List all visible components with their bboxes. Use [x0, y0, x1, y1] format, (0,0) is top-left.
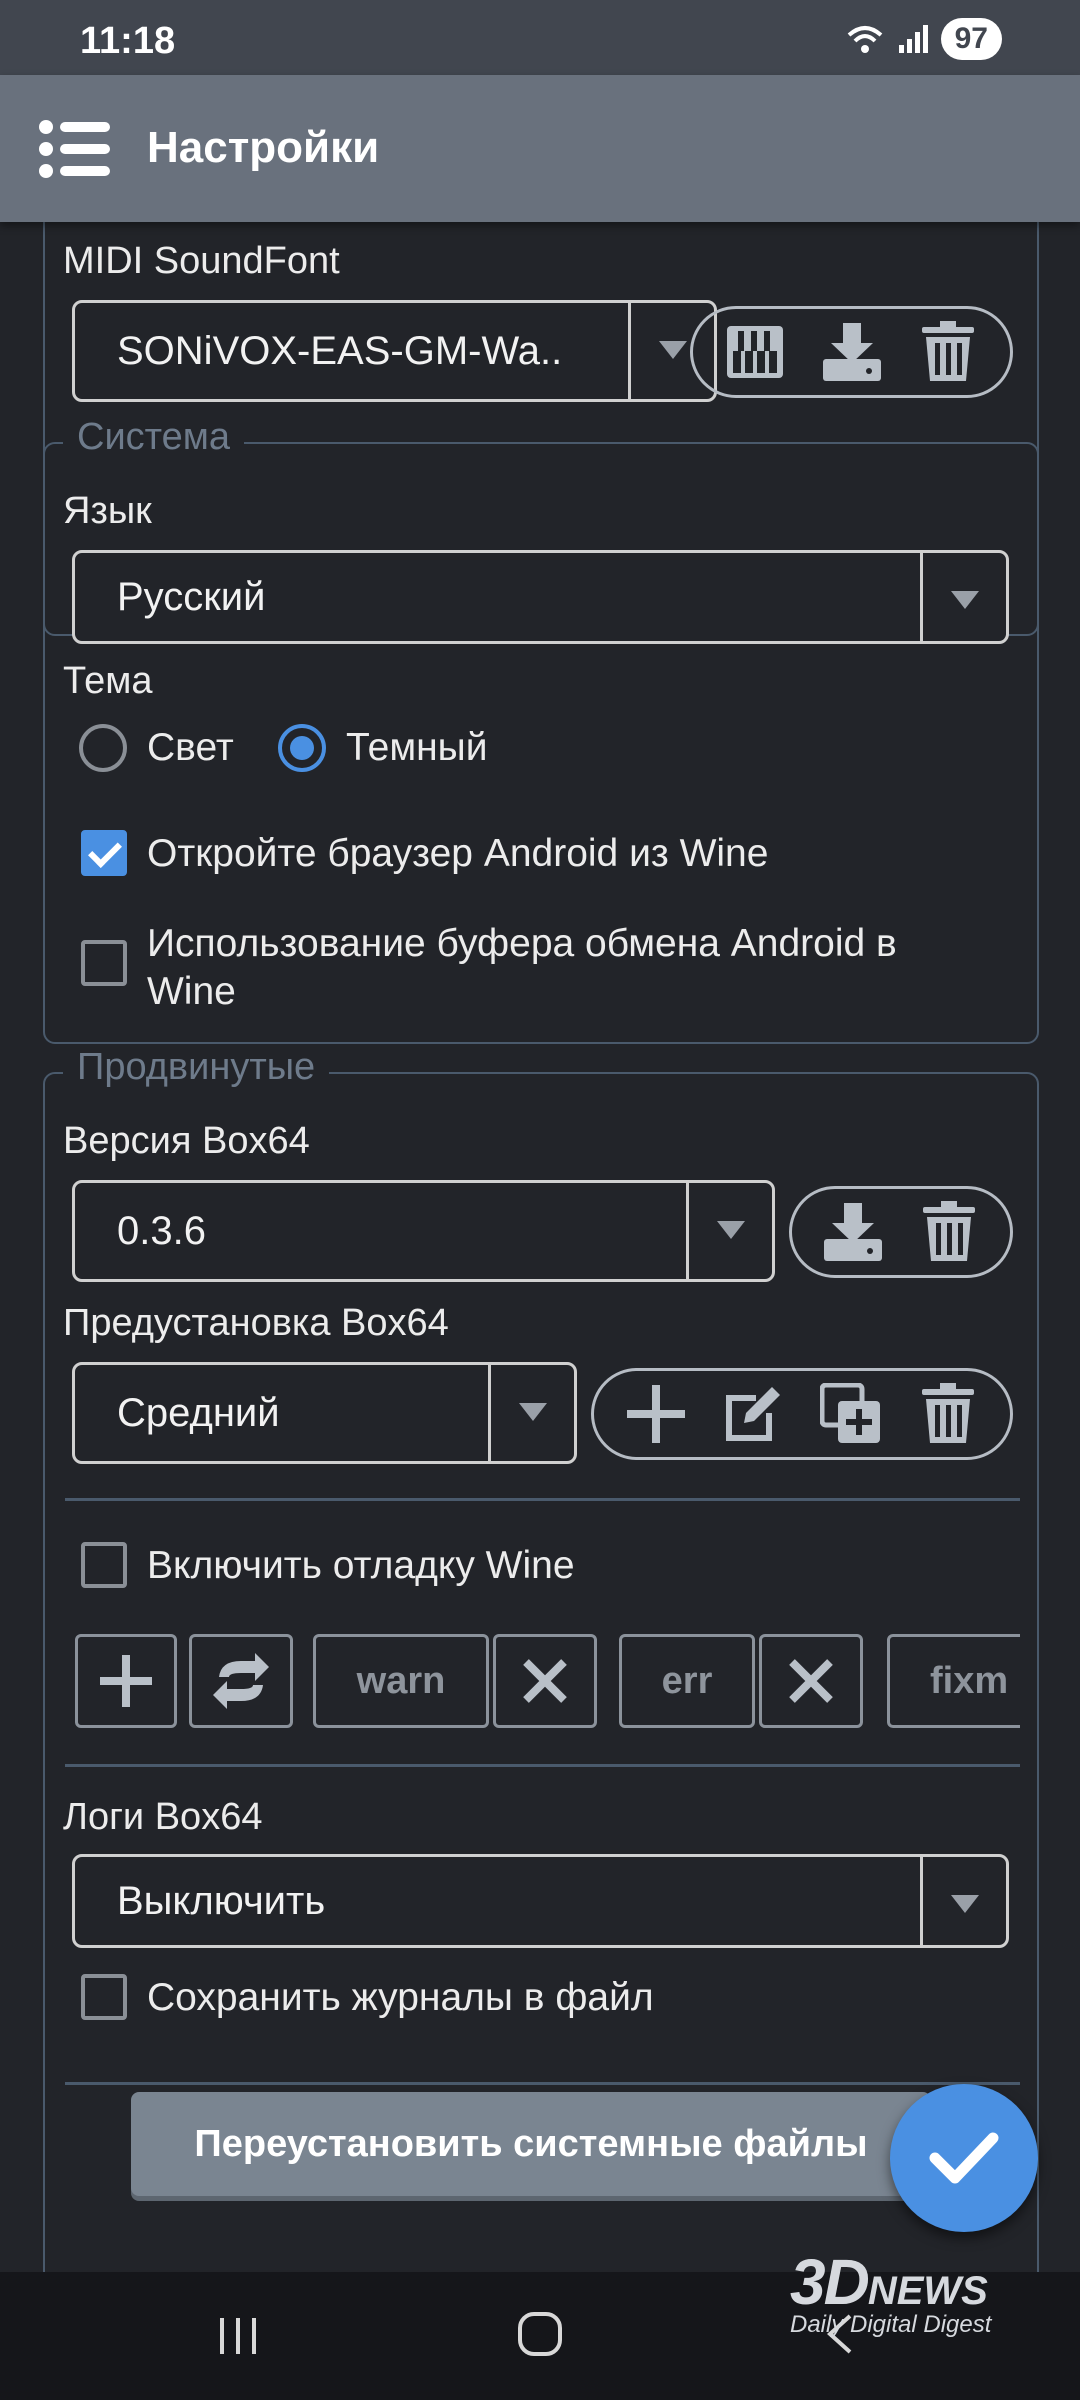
soundfont-label: MIDI SoundFont [63, 240, 340, 282]
chevron-down-icon [686, 1183, 772, 1279]
box64-preset-label: Предустановка Box64 [63, 1302, 449, 1344]
page-title: Настройки [147, 123, 380, 172]
channel-chip[interactable]: warn [313, 1634, 489, 1728]
plus-icon [100, 1655, 152, 1707]
chevron-down-icon [920, 553, 1006, 641]
remove-channel-button[interactable] [493, 1634, 597, 1728]
home-icon[interactable] [516, 2310, 564, 2358]
menu-icon[interactable] [38, 119, 112, 179]
watermark-logo: 3DNEWS Daily Digital Digest [790, 2246, 992, 2338]
status-bar: 11:18 97 [0, 0, 1080, 75]
plus-icon[interactable] [621, 1379, 691, 1449]
settings-content[interactable]: MIDI SoundFont SONiVOX-EAS-GM-Wa.. Систе… [0, 222, 1080, 2272]
theme-dark-label[interactable]: Темный [346, 724, 488, 772]
debug-channels-row[interactable]: warn err fixm [75, 1634, 1020, 1734]
divider [65, 1764, 1020, 1767]
battery-indicator: 97 [940, 18, 1002, 60]
system-legend: Система [63, 416, 245, 459]
close-icon [789, 1659, 833, 1703]
trash-icon[interactable] [913, 1379, 983, 1449]
wine-debug-checkbox[interactable] [81, 1542, 127, 1588]
open-browser-label[interactable]: Откройте браузер Android из Wine [147, 830, 768, 878]
box64-version-label: Версия Box64 [63, 1120, 310, 1162]
clipboard-label-line2[interactable]: Wine [147, 968, 236, 1016]
channel-chip[interactable]: fixm [887, 1634, 1020, 1728]
trash-icon[interactable] [913, 317, 983, 387]
language-select[interactable]: Русский [72, 550, 1009, 644]
box64-preset-actions [591, 1368, 1013, 1460]
status-time: 11:18 [80, 20, 176, 62]
clipboard-label-line1[interactable]: Использование буфера обмена Android в [147, 920, 897, 968]
close-icon [523, 1659, 567, 1703]
check-icon [929, 2132, 999, 2184]
box64-logs-value: Выключить [117, 1879, 326, 1923]
theme-dark-radio[interactable] [278, 724, 326, 772]
box64-preset-value: Средний [117, 1391, 280, 1435]
language-value: Русский [117, 575, 266, 619]
confirm-fab[interactable] [890, 2084, 1038, 2232]
box64-logs-select[interactable]: Выключить [72, 1854, 1009, 1948]
save-logs-checkbox[interactable] [81, 1974, 127, 2020]
box64-version-value: 0.3.6 [117, 1209, 206, 1253]
box64-version-actions [789, 1186, 1013, 1278]
wine-debug-label[interactable]: Включить отладку Wine [147, 1542, 575, 1590]
save-logs-label[interactable]: Сохранить журналы в файл [147, 1974, 654, 2022]
language-label: Язык [63, 490, 152, 532]
chevron-down-icon [488, 1365, 574, 1461]
recent-apps-icon[interactable] [216, 2314, 260, 2358]
theme-light-label[interactable]: Свет [147, 724, 234, 772]
box64-version-select[interactable]: 0.3.6 [72, 1180, 775, 1282]
soundfont-select[interactable]: SONiVOX-EAS-GM-Wa.. [72, 300, 717, 402]
channel-chip[interactable]: err [619, 1634, 755, 1728]
chevron-down-icon [920, 1857, 1006, 1945]
edit-icon[interactable] [718, 1379, 788, 1449]
sync-icon [213, 1653, 269, 1709]
app-bar: Настройки [0, 75, 1080, 222]
download-icon[interactable] [818, 1197, 888, 1267]
clipboard-checkbox[interactable] [81, 940, 127, 986]
box64-preset-select[interactable]: Средний [72, 1362, 577, 1464]
reinstall-system-files-button[interactable]: Переустановить системные файлы [131, 2092, 931, 2196]
system-group: Система Язык Русский Тема Свет Темный От… [43, 416, 1039, 1044]
divider [65, 2082, 1020, 2085]
signal-icon [898, 25, 928, 53]
add-channel-button[interactable] [75, 1634, 177, 1728]
download-icon[interactable] [817, 317, 887, 387]
theme-label: Тема [63, 660, 153, 702]
theme-light-radio[interactable] [79, 724, 127, 772]
divider [65, 1498, 1020, 1501]
reset-channels-button[interactable] [189, 1634, 293, 1728]
soundfont-actions [690, 306, 1013, 398]
soundfont-value: SONiVOX-EAS-GM-Wa.. [117, 329, 563, 373]
box64-logs-label: Логи Box64 [63, 1796, 263, 1838]
trash-icon[interactable] [914, 1197, 984, 1267]
advanced-legend: Продвинутые [63, 1046, 330, 1089]
copy-icon[interactable] [816, 1379, 886, 1449]
remove-channel-button[interactable] [759, 1634, 863, 1728]
piano-icon[interactable] [720, 317, 790, 387]
wifi-icon [847, 26, 882, 53]
open-browser-checkbox[interactable] [81, 830, 127, 876]
